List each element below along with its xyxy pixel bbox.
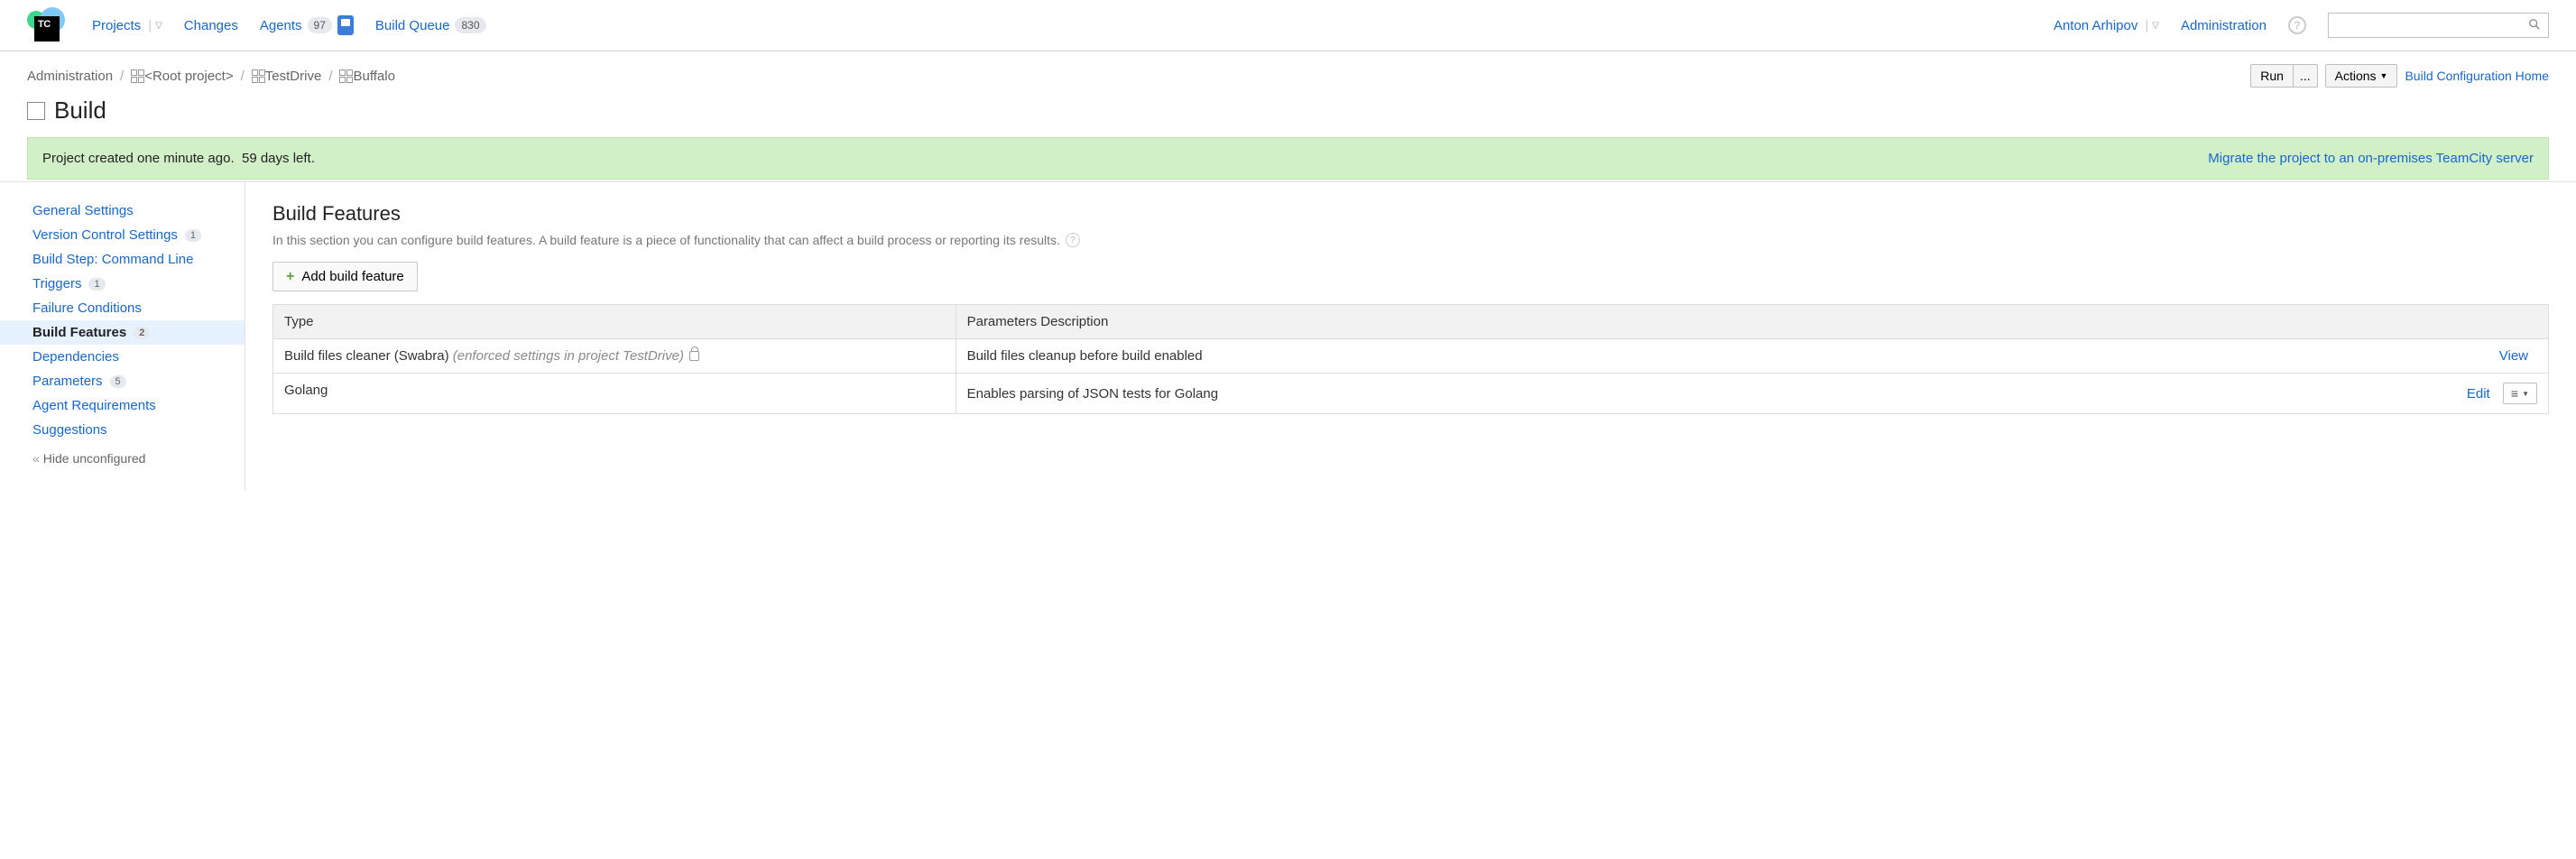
pipe-icon: | — [2145, 18, 2148, 33]
sidebar-item-build-step[interactable]: Build Step: Command Line — [0, 247, 245, 272]
sidebar-item-suggestions[interactable]: Suggestions — [0, 418, 245, 442]
search-box[interactable] — [2328, 13, 2549, 38]
crumb-project[interactable]: TestDrive — [252, 69, 322, 84]
parameters-badge: 5 — [110, 375, 126, 388]
sidebar: General Settings Version Control Setting… — [0, 182, 245, 491]
list-icon — [2511, 386, 2518, 401]
nav-queue-label: Build Queue — [375, 18, 450, 33]
table-row: Build files cleaner (Swabra) (enforced s… — [273, 339, 2549, 374]
feature-type: Build files cleaner (Swabra) — [284, 348, 449, 364]
project-icon — [131, 69, 143, 81]
col-type-header: Type — [273, 305, 956, 339]
triggers-badge: 1 — [88, 278, 105, 291]
user-menu[interactable]: Anton Arhipov | ▽ — [2054, 18, 2159, 33]
plus-icon: + — [286, 271, 294, 283]
features-table: Type Parameters Description Build files … — [272, 304, 2549, 414]
nav-agents[interactable]: Agents 97 — [260, 15, 354, 35]
nav-changes-label: Changes — [184, 18, 238, 33]
actions-menu-button[interactable]: Actions ▼ — [2325, 64, 2398, 88]
pipe-icon: | — [148, 18, 152, 33]
caret-down-icon: ▼ — [2522, 390, 2529, 398]
teamcity-logo[interactable]: TC — [27, 7, 67, 43]
lock-icon — [689, 351, 699, 361]
feature-type: Golang — [284, 383, 328, 398]
project-icon — [252, 69, 263, 81]
sidebar-item-triggers[interactable]: Triggers1 — [0, 272, 245, 296]
nav-agents-label: Agents — [260, 18, 302, 33]
queue-count-badge: 830 — [455, 17, 485, 33]
page-title: Build — [54, 97, 106, 125]
info-banner: Project created one minute ago. 59 days … — [27, 137, 2549, 180]
build-config-home-link[interactable]: Build Configuration Home — [2405, 69, 2549, 83]
build-type-icon — [27, 102, 45, 120]
agent-pool-icon — [337, 15, 354, 35]
sidebar-item-general[interactable]: General Settings — [0, 199, 245, 223]
col-params-header: Parameters Description — [956, 305, 2548, 339]
table-row: Golang Enables parsing of JSON tests for… — [273, 374, 2549, 414]
sidebar-item-vcs[interactable]: Version Control Settings1 — [0, 223, 245, 247]
add-button-label: Add build feature — [301, 269, 403, 284]
help-icon[interactable]: ? — [2288, 16, 2306, 34]
nav-administration[interactable]: Administration — [2181, 18, 2267, 33]
chevron-down-icon: ▽ — [2152, 21, 2159, 31]
features-badge: 2 — [134, 327, 150, 339]
feature-enforced-note: (enforced settings in project TestDrive) — [453, 348, 684, 364]
nav-changes[interactable]: Changes — [184, 18, 238, 33]
run-button[interactable]: Run — [2250, 64, 2293, 88]
run-options-button[interactable]: ... — [2293, 64, 2318, 88]
banner-msg-b: 59 days left. — [242, 151, 315, 166]
breadcrumb: Administration / <Root project> / TestDr… — [27, 69, 395, 84]
banner-msg-a: Project created one minute ago. — [42, 151, 235, 166]
agents-count-badge: 97 — [308, 17, 332, 33]
chevron-down-icon: ▽ — [155, 21, 162, 31]
row-menu-button[interactable]: ▼ — [2503, 383, 2537, 404]
help-icon[interactable]: ? — [1066, 233, 1080, 247]
sidebar-item-features[interactable]: Build Features2 — [0, 320, 245, 345]
search-icon — [2528, 18, 2541, 33]
crumb-root-project[interactable]: <Root project> — [131, 69, 233, 84]
sidebar-item-parameters[interactable]: Parameters5 — [0, 369, 245, 393]
nav-projects-label: Projects — [92, 18, 141, 33]
feature-desc: Build files cleanup before build enabled — [967, 348, 2499, 364]
hide-unconfigured-link[interactable]: Hide unconfigured — [0, 442, 245, 475]
migrate-link[interactable]: Migrate the project to an on-premises Te… — [2208, 151, 2534, 166]
nav-projects[interactable]: Projects | ▽ — [92, 18, 162, 33]
sidebar-item-dependencies[interactable]: Dependencies — [0, 345, 245, 369]
view-link[interactable]: View — [2499, 348, 2528, 364]
actions-label: Actions — [2335, 69, 2377, 83]
project-icon — [339, 69, 351, 81]
search-input[interactable] — [2336, 19, 2528, 32]
edit-link[interactable]: Edit — [2467, 386, 2490, 402]
section-description: In this section you can configure build … — [272, 233, 1060, 247]
caret-down-icon: ▼ — [2380, 71, 2388, 80]
crumb-administration[interactable]: Administration — [27, 69, 113, 84]
add-build-feature-button[interactable]: + Add build feature — [272, 262, 418, 291]
section-title: Build Features — [272, 202, 2549, 226]
crumb-config[interactable]: Buffalo — [339, 69, 394, 84]
nav-build-queue[interactable]: Build Queue 830 — [375, 17, 486, 33]
vcs-badge: 1 — [185, 229, 201, 242]
sidebar-item-failure[interactable]: Failure Conditions — [0, 296, 245, 320]
sidebar-item-agent-req[interactable]: Agent Requirements — [0, 393, 245, 418]
feature-desc: Enables parsing of JSON tests for Golang — [967, 386, 2467, 402]
user-name: Anton Arhipov — [2054, 18, 2137, 33]
